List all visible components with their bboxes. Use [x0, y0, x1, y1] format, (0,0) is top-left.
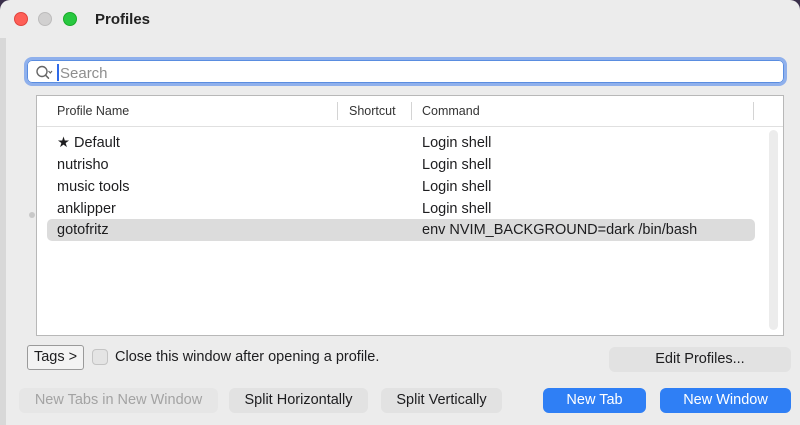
column-divider[interactable] — [337, 102, 338, 120]
new-tabs-in-new-window-button[interactable]: New Tabs in New Window — [19, 388, 218, 413]
command-cell: Login shell — [422, 157, 492, 173]
close-after-open-label[interactable]: Close this window after opening a profil… — [115, 349, 379, 365]
table-header: Profile Name Shortcut Command — [37, 96, 783, 127]
edit-profiles-button[interactable]: Edit Profiles... — [609, 347, 791, 372]
edge-dot — [29, 212, 35, 218]
window-title: Profiles — [95, 11, 151, 28]
table-row[interactable]: anklipper Login shell — [47, 198, 755, 220]
profile-name: Default — [74, 135, 120, 151]
profile-name-cell: nutrisho — [57, 157, 109, 173]
profile-name-cell: anklipper — [57, 201, 116, 217]
star-icon: ★ — [57, 135, 70, 151]
search-field[interactable] — [24, 57, 787, 86]
split-vertically-button[interactable]: Split Vertically — [381, 388, 502, 413]
title-bar: Profiles — [0, 0, 800, 38]
window-left-edge — [0, 38, 6, 425]
zoom-window-button[interactable] — [63, 12, 77, 26]
table-row[interactable]: nutrisho Login shell — [47, 154, 755, 176]
column-header-command[interactable]: Command — [422, 104, 480, 118]
table-row[interactable]: music tools Login shell — [47, 176, 755, 198]
command-cell: Login shell — [422, 135, 492, 151]
new-window-button[interactable]: New Window — [660, 388, 791, 413]
command-cell: Login shell — [422, 179, 492, 195]
command-cell: Login shell — [422, 201, 492, 217]
close-after-open-checkbox[interactable] — [92, 349, 108, 365]
new-tab-button[interactable]: New Tab — [543, 388, 646, 413]
profile-name-cell: gotofritz — [57, 222, 109, 238]
table-row-selected[interactable]: gotofritz env NVIM_BACKGROUND=dark /bin/… — [47, 219, 755, 241]
profile-name-cell: music tools — [57, 179, 130, 195]
column-divider[interactable] — [411, 102, 412, 120]
profiles-window: Profiles Profile Name Shortcut Command ★… — [0, 0, 800, 425]
search-input[interactable] — [58, 61, 762, 85]
command-cell: env NVIM_BACKGROUND=dark /bin/bash — [422, 222, 698, 238]
profiles-table: Profile Name Shortcut Command ★ Default L… — [36, 95, 784, 336]
search-icon[interactable] — [35, 64, 53, 82]
table-row[interactable]: ★ Default Login shell — [47, 132, 755, 154]
column-divider[interactable] — [753, 102, 754, 120]
split-horizontally-button[interactable]: Split Horizontally — [229, 388, 368, 413]
profile-name-cell: ★ Default — [57, 135, 120, 151]
tags-button[interactable]: Tags > — [27, 345, 84, 370]
column-header-profile-name[interactable]: Profile Name — [57, 104, 129, 118]
close-window-button[interactable] — [14, 12, 28, 26]
vertical-scrollbar[interactable] — [769, 130, 778, 330]
minimize-window-button[interactable] — [38, 12, 52, 26]
column-header-shortcut[interactable]: Shortcut — [349, 104, 396, 118]
